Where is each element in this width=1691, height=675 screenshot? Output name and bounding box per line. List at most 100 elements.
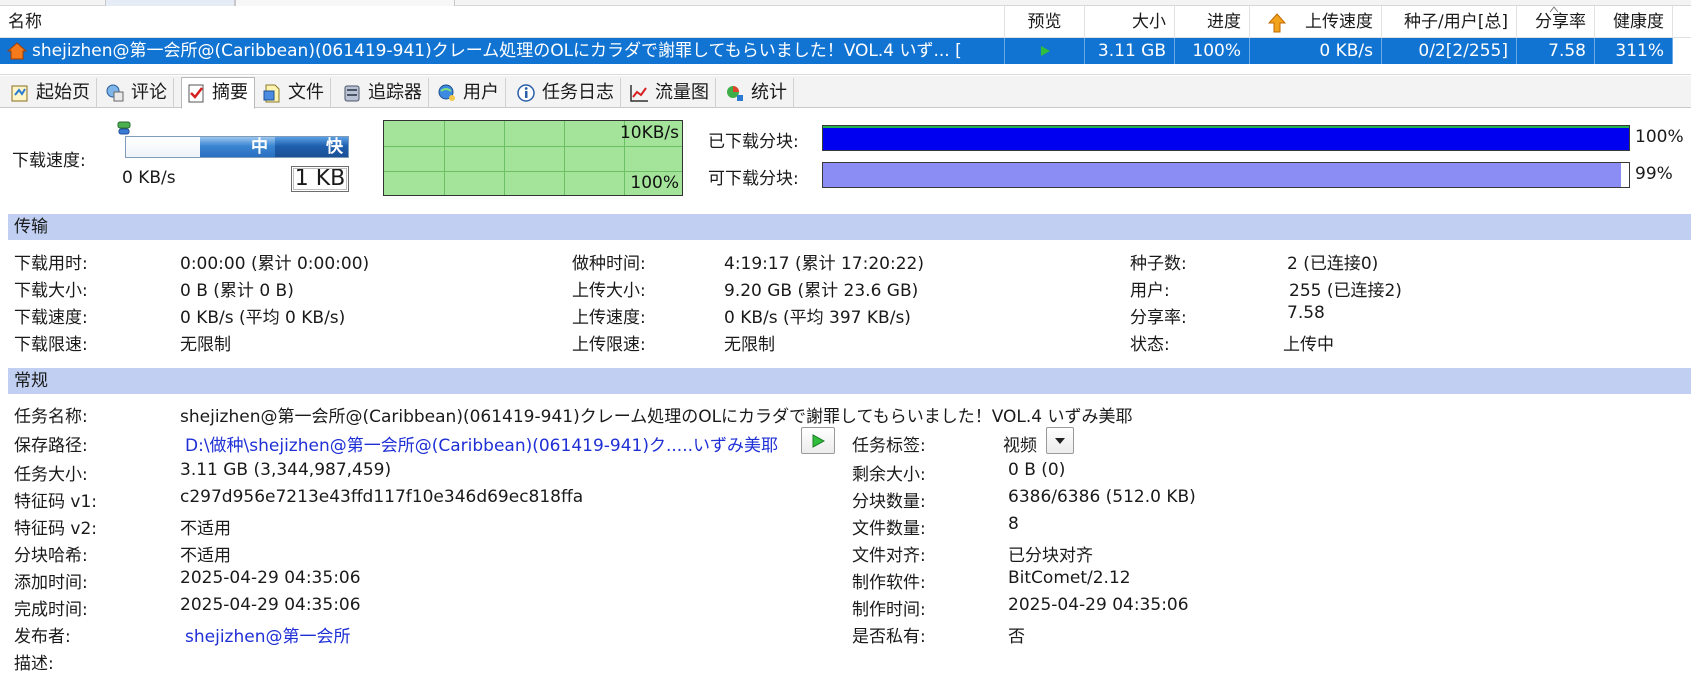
tab-label: 用户 <box>463 82 499 103</box>
task-tag-label: 任务标签: <box>852 436 926 456</box>
task-row-progress: 100% <box>1175 38 1250 64</box>
detail-tab-bar: 起始页 评论 摘要 文件 追踪器 用户 任务日志 流量图 统计 <box>0 76 1691 109</box>
column-header-name[interactable]: 名称 <box>0 6 1005 38</box>
general-value: 2025-04-29 04:35:06 <box>1008 595 1189 615</box>
info-icon <box>516 83 536 103</box>
save-path-label: 保存路径: <box>14 436 88 456</box>
graph-gridline <box>504 121 505 195</box>
downloaded-pieces-fill <box>823 126 1629 150</box>
general-key: 分块数量: <box>852 492 926 512</box>
general-value: 3.11 GB (3,344,987,459) <box>180 460 392 480</box>
graph-gridline <box>564 121 565 195</box>
task-row-name-text: shejizhen@第一会所@(Caribbean)(061419-941)クレ… <box>32 41 962 61</box>
general-key: 完成时间: <box>14 600 88 620</box>
general-key: 添加时间: <box>14 573 88 593</box>
play-icon <box>1040 46 1050 56</box>
seeding-home-icon <box>6 42 28 64</box>
comment-icon <box>105 83 125 103</box>
tab-trackers[interactable]: 追踪器 <box>338 78 429 108</box>
transfer-key: 状态: <box>1130 335 1170 355</box>
transfer-value: 无限制 <box>724 335 775 355</box>
play-icon <box>812 433 825 448</box>
transfer-key: 种子数: <box>1130 254 1187 274</box>
general-key: 剩余大小: <box>852 465 926 485</box>
general-value: 2025-04-29 04:35:06 <box>180 595 361 615</box>
tab-comments[interactable]: 评论 <box>101 78 174 108</box>
transfer-key: 上传速度: <box>572 308 646 328</box>
save-path-link[interactable]: D:\做种\shejizhen@第一会所@(Caribbean)(061419-… <box>185 431 778 456</box>
transfer-value: 2 (已连接0) <box>1287 254 1379 274</box>
downloaded-pieces-percent: 100% <box>1635 127 1684 147</box>
tab-start-page[interactable]: 起始页 <box>6 78 97 108</box>
transfer-key: 上传限速: <box>572 335 646 355</box>
graph-gridline <box>444 121 445 195</box>
available-pieces-bar <box>822 162 1630 188</box>
slider-handle-icon[interactable] <box>117 121 131 135</box>
tab-task-log[interactable]: 任务日志 <box>512 78 621 108</box>
task-row-preview[interactable] <box>1005 38 1085 64</box>
column-header-progress[interactable]: 进度 <box>1175 6 1250 38</box>
description-label: 描述: <box>14 654 54 674</box>
tab-files[interactable]: 文件 <box>258 78 331 108</box>
users-icon <box>437 83 457 103</box>
column-header-health[interactable]: 健康度 <box>1595 6 1673 38</box>
tab-label: 评论 <box>131 82 167 103</box>
general-value: 6386/6386 (512.0 KB) <box>1008 487 1196 507</box>
task-row-name: shejizhen@第一会所@(Caribbean)(061419-941)クレ… <box>0 38 1005 64</box>
transfer-key: 下载大小: <box>14 281 88 301</box>
general-value: 2025-04-29 04:35:06 <box>180 568 361 588</box>
task-name-value: shejizhen@第一会所@(Caribbean)(061419-941)クレ… <box>180 407 1133 427</box>
task-tag-dropdown[interactable] <box>1046 427 1074 454</box>
task-row-upload-speed: 0 KB/s <box>1250 38 1382 64</box>
downloaded-pieces-bar <box>822 125 1630 151</box>
available-pieces-label: 可下载分块: <box>708 169 799 189</box>
transfer-value: 0 KB/s (平均 397 KB/s) <box>724 308 911 328</box>
stats-icon <box>725 83 745 103</box>
general-value: BitComet/2.12 <box>1008 568 1131 588</box>
general-value: 不适用 <box>180 546 231 566</box>
tab-users[interactable]: 用户 <box>433 78 506 108</box>
speed-limit-field[interactable]: 1 KB <box>291 166 349 192</box>
task-name-label: 任务名称: <box>14 407 88 427</box>
general-value: 不适用 <box>180 519 231 539</box>
transfer-key: 下载用时: <box>14 254 88 274</box>
tab-summary[interactable]: 摘要 <box>181 77 255 109</box>
tab-traffic-graph[interactable]: 流量图 <box>625 78 716 108</box>
task-row[interactable]: shejizhen@第一会所@(Caribbean)(061419-941)クレ… <box>0 38 1673 64</box>
transfer-key: 做种时间: <box>572 254 646 274</box>
general-section-header: 常规 <box>8 368 1691 394</box>
available-pieces-percent: 99% <box>1635 164 1673 184</box>
transfer-value: 上传中 <box>1283 335 1334 355</box>
chevron-down-icon <box>1055 437 1065 444</box>
graph-percent-label: 100% <box>630 173 679 193</box>
open-folder-button[interactable] <box>801 427 835 454</box>
graph-gridline <box>384 146 682 147</box>
transfer-value: 0:00:00 (累计 0:00:00) <box>180 254 370 274</box>
column-header-size[interactable]: 大小 <box>1085 6 1175 38</box>
task-row-health: 311% <box>1595 38 1673 64</box>
tab-statistics[interactable]: 统计 <box>721 78 794 108</box>
slider-label-mid: 中 <box>251 137 268 157</box>
general-key: 分块哈希: <box>14 546 88 566</box>
publisher-link[interactable]: shejizhen@第一会所 <box>185 622 350 647</box>
column-header-preview[interactable]: 预览 <box>1005 6 1085 38</box>
start-page-icon <box>10 83 30 103</box>
task-row-ratio: 7.58 <box>1517 38 1595 64</box>
graph-gridline <box>384 171 682 172</box>
transfer-value: 0 KB/s (平均 0 KB/s) <box>180 308 346 328</box>
transfer-value: 4:19:17 (累计 17:20:22) <box>724 254 924 274</box>
tab-label: 统计 <box>751 82 787 103</box>
transfer-key: 分享率: <box>1130 308 1187 328</box>
general-key: 制作时间: <box>852 600 926 620</box>
chart-icon <box>629 83 649 103</box>
column-header-seeds-peers[interactable]: 种子/用户[总] <box>1382 6 1517 38</box>
graph-max-label: 10KB/s <box>619 123 679 143</box>
general-value: c297d956e7213e43ffd117f10e346d69ec818ffa <box>180 487 584 507</box>
column-header-upload-speed[interactable]: 上传速度 <box>1250 6 1382 38</box>
sort-caret-icon <box>1550 6 1558 12</box>
task-tag-value: 视频 <box>1003 436 1037 456</box>
general-key: 文件数量: <box>852 519 926 539</box>
general-value: 8 <box>1008 514 1019 534</box>
task-list-empty-area[interactable] <box>0 64 1691 75</box>
general-value: 否 <box>1008 627 1025 647</box>
